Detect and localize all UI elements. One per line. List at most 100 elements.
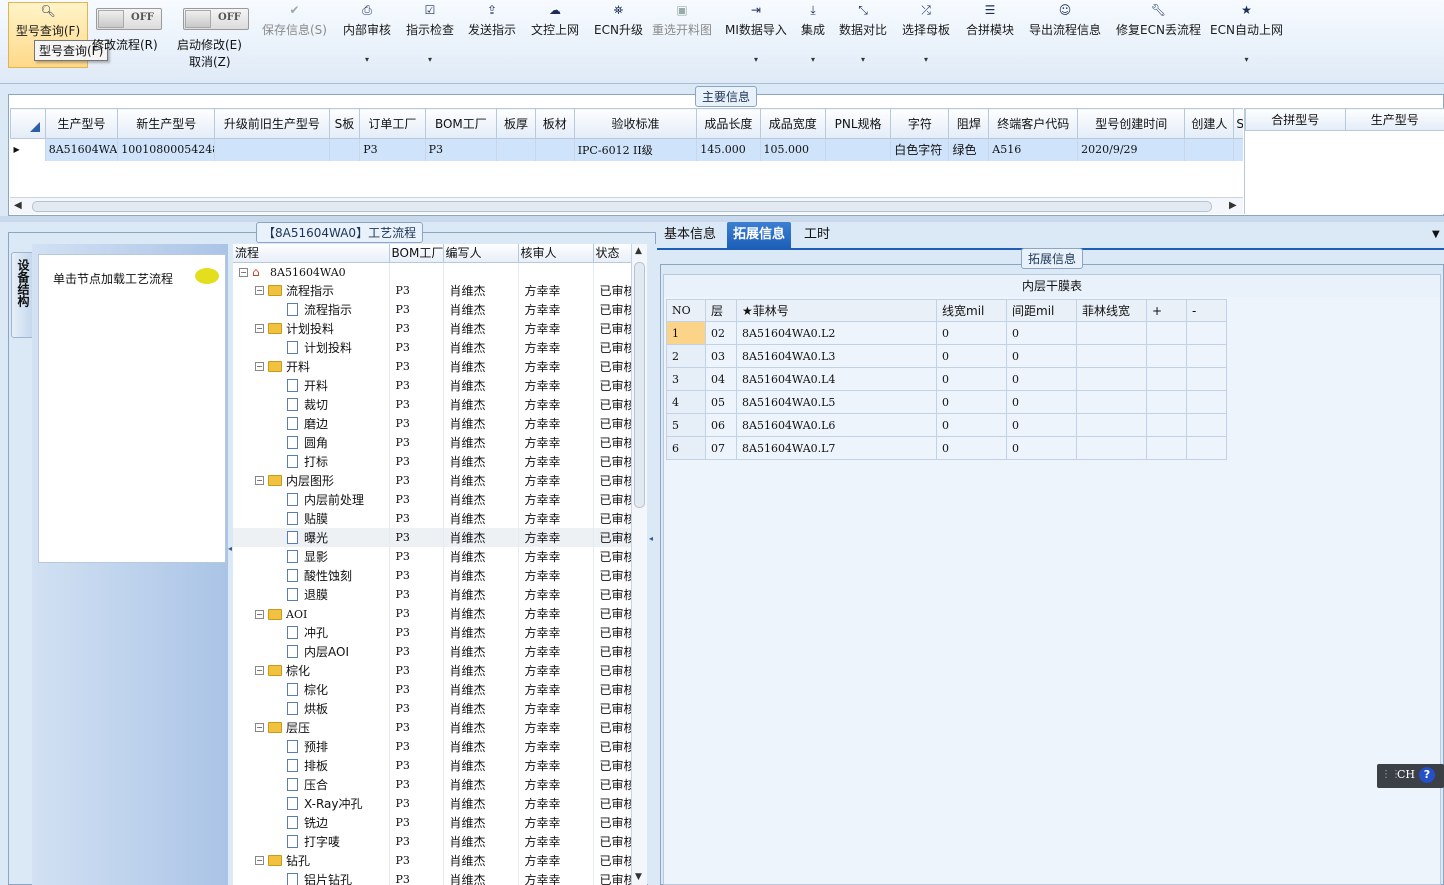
table-cell[interactable]: P3 (389, 794, 444, 813)
tree-row[interactable]: 磨边P3肖维杰方幸幸已审核 (233, 414, 631, 433)
remove-row-button[interactable]: - (1186, 299, 1227, 322)
table-row[interactable]: 3 04 8A51604WA0.L4 0 0 (666, 367, 1227, 391)
table-cell[interactable]: 0 (1006, 436, 1077, 460)
table-cell[interactable]: 已审核 (593, 604, 631, 623)
table-cell[interactable]: 8A51604WA0.L4 (736, 367, 937, 391)
equipment-list[interactable]: 单击节点加载工艺流程 (38, 254, 226, 563)
table-cell[interactable]: 肖维杰 (443, 376, 519, 395)
table-cell[interactable]: 方幸幸 (518, 319, 594, 338)
tree-row[interactable]: 开料P3肖维杰方幸幸已审核 (233, 376, 631, 395)
table-cell[interactable]: 已审核 (593, 870, 631, 885)
table-cell[interactable]: 已审核 (593, 433, 631, 452)
row-number[interactable]: 2 (666, 344, 706, 368)
table-cell[interactable]: 肖维杰 (443, 281, 519, 300)
scroll-thumb[interactable] (634, 262, 645, 508)
table-cell[interactable]: 已审核 (593, 471, 631, 490)
table-cell[interactable]: 2020/9/29 (1077, 138, 1186, 161)
tree-row[interactable]: 显影P3肖维杰方幸幸已审核 (233, 547, 631, 566)
table-cell[interactable] (1186, 413, 1227, 437)
scroll-left-icon[interactable]: ◀ (14, 200, 22, 211)
table-cell[interactable]: 已审核 (593, 452, 631, 471)
table-cell[interactable]: P3 (389, 281, 444, 300)
table-cell[interactable]: 方幸幸 (518, 813, 594, 832)
tree-node[interactable]: − 流程指示 (233, 281, 390, 300)
table-cell[interactable] (329, 138, 361, 161)
table-cell[interactable]: 已审核 (593, 737, 631, 756)
tree-node[interactable]: − AOI (233, 604, 390, 623)
table-cell[interactable]: 0 (1006, 344, 1077, 368)
table-cell[interactable] (1076, 321, 1147, 345)
col-header[interactable]: 订单工厂 (359, 108, 426, 139)
table-cell[interactable]: 肖维杰 (443, 300, 519, 319)
tree-row[interactable]: 流程指示P3肖维杰方幸幸已审核 (233, 300, 631, 319)
col-header[interactable]: 核审人 (518, 244, 594, 263)
table-cell[interactable]: 方幸幸 (518, 604, 594, 623)
tree-node[interactable]: 磨边 (233, 414, 390, 433)
col-header[interactable]: S板 (328, 108, 361, 139)
table-cell[interactable]: 肖维杰 (443, 699, 519, 718)
tree-row[interactable]: −棕化P3肖维杰方幸幸已审核 (233, 661, 631, 680)
save-info-button[interactable]: ✔ 保存信息(S) (262, 2, 327, 38)
select-motherboard-button[interactable]: ⤮ 选择母板 ▾ (902, 2, 950, 64)
col-header[interactable]: 型号创建时间 (1077, 108, 1186, 139)
dropdown-arrow-icon[interactable]: ▾ (343, 56, 391, 64)
repair-ecn-button[interactable]: 🔧︎ 修复ECN丢流程 (1116, 2, 1201, 38)
collapse-icon[interactable]: − (255, 666, 264, 675)
table-cell[interactable]: 已审核 (593, 623, 631, 642)
table-cell[interactable]: 方幸幸 (518, 737, 594, 756)
table-cell[interactable]: 方幸幸 (518, 471, 594, 490)
tree-node[interactable]: − 层压 (233, 718, 390, 737)
table-cell[interactable]: P3 (389, 357, 444, 376)
table-cell[interactable]: 已审核 (593, 357, 631, 376)
table-cell[interactable]: 方幸幸 (518, 661, 594, 680)
col-header[interactable]: SC (1233, 108, 1243, 139)
table-cell[interactable] (1146, 436, 1187, 460)
table-cell[interactable]: P3 (389, 471, 444, 490)
tree-node[interactable]: 开料 (233, 376, 390, 395)
col-header[interactable]: 生产型号 (44, 108, 119, 139)
table-cell[interactable]: P3 (389, 395, 444, 414)
combine-module-button[interactable]: ☰ 合拼模块 (966, 2, 1014, 38)
table-cell[interactable]: 方幸幸 (518, 509, 594, 528)
table-cell[interactable]: P3 (389, 756, 444, 775)
tree-node[interactable]: 排板 (233, 756, 390, 775)
tree-row[interactable]: 曝光P3肖维杰方幸幸已审核 (233, 528, 631, 547)
row-number[interactable]: 6 (666, 436, 706, 460)
table-cell[interactable]: 肖维杰 (443, 851, 519, 870)
tree-row[interactable]: 内层前处理P3肖维杰方幸幸已审核 (233, 490, 631, 509)
table-cell[interactable]: 肖维杰 (443, 357, 519, 376)
table-cell[interactable]: P3 (389, 832, 444, 851)
dropdown-arrow-icon[interactable]: ▾ (839, 56, 887, 64)
table-cell[interactable]: 肖维杰 (443, 452, 519, 471)
collapse-icon[interactable]: − (255, 286, 264, 295)
tree-row[interactable]: 圆角P3肖维杰方幸幸已审核 (233, 433, 631, 452)
tree-node[interactable]: 棕化 (233, 680, 390, 699)
col-header[interactable]: 升级前旧生产型号 (214, 108, 330, 139)
table-cell[interactable] (1186, 321, 1227, 345)
table-cell[interactable]: 已审核 (593, 661, 631, 680)
table-cell[interactable]: P3 (389, 547, 444, 566)
col-header[interactable]: 成品长度 (696, 108, 761, 139)
tree-row[interactable]: 计划投料P3肖维杰方幸幸已审核 (233, 338, 631, 357)
table-cell[interactable]: 绿色 (948, 138, 990, 161)
table-cell[interactable]: 方幸幸 (518, 490, 594, 509)
table-cell[interactable]: 0 (936, 390, 1007, 414)
table-cell[interactable]: 0 (936, 436, 1007, 460)
table-cell[interactable]: 04 (705, 367, 737, 391)
internal-review-button[interactable]: ⎙ 内部审核 ▾ (343, 2, 391, 64)
table-cell[interactable]: 03 (705, 344, 737, 368)
tree-row[interactable]: 铣边P3肖维杰方幸幸已审核 (233, 813, 631, 832)
col-header[interactable]: 新生产型号 (117, 108, 216, 139)
table-cell[interactable] (496, 138, 536, 161)
table-cell[interactable]: 05 (705, 390, 737, 414)
col-header[interactable]: 编写人 (443, 244, 519, 263)
table-cell[interactable]: 0 (936, 413, 1007, 437)
table-row[interactable]: 4 05 8A51604WA0.L5 0 0 (666, 390, 1227, 414)
table-cell[interactable]: 肖维杰 (443, 832, 519, 851)
tree-row[interactable]: −计划投料P3肖维杰方幸幸已审核 (233, 319, 631, 338)
table-cell[interactable]: 肖维杰 (443, 718, 519, 737)
table-cell[interactable] (593, 262, 631, 281)
col-header[interactable]: 成品宽度 (759, 108, 826, 139)
table-cell[interactable]: 0 (1006, 367, 1077, 391)
table-cell[interactable]: 肖维杰 (443, 528, 519, 547)
